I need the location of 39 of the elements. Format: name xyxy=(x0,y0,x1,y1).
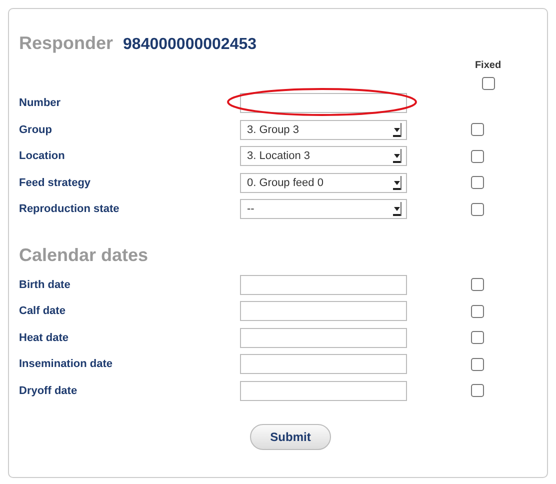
field-label: Reproduction state xyxy=(19,203,120,216)
input-field[interactable] xyxy=(240,301,407,322)
field-label: Heat date xyxy=(19,332,70,344)
dropdown-arrow-icon xyxy=(393,149,402,164)
input-field[interactable] xyxy=(240,328,407,348)
dropdown[interactable]: 3. Location 3 xyxy=(240,146,407,166)
fixed-checkbox[interactable] xyxy=(470,123,484,136)
fixed-checkbox[interactable] xyxy=(470,278,484,292)
section-title: Calendar dates xyxy=(19,244,150,266)
field-label: Insemination date xyxy=(19,358,114,370)
field-label: Number xyxy=(19,97,62,110)
field-label: Group xyxy=(19,124,53,136)
column-header: Fixed xyxy=(474,60,502,71)
dropdown-arrow-icon xyxy=(393,122,402,137)
field-label: Feed strategy xyxy=(19,176,92,189)
input-field[interactable] xyxy=(240,380,407,401)
dropdown[interactable]: 0. Group feed 0 xyxy=(240,172,407,193)
dropdown-arrow-icon xyxy=(393,176,402,190)
fixed-checkbox[interactable] xyxy=(470,150,484,163)
input-field[interactable] xyxy=(240,274,407,295)
responder-id: 984000000002453 xyxy=(123,36,257,54)
dropdown[interactable]: -- xyxy=(240,199,407,220)
fixed-checkbox[interactable] xyxy=(470,358,484,371)
field-label: Calf date xyxy=(19,305,66,318)
fixed-checkbox[interactable] xyxy=(470,202,484,216)
input-field[interactable] xyxy=(240,93,407,114)
section-title: Responder xyxy=(19,33,114,54)
input-field[interactable] xyxy=(240,354,407,374)
fixed-all-checkbox[interactable] xyxy=(482,77,494,90)
field-label: Location xyxy=(19,150,66,162)
dropdown-arrow-icon xyxy=(393,202,402,216)
fixed-checkbox[interactable] xyxy=(470,176,484,190)
field-label: Birth date xyxy=(19,278,72,291)
fixed-checkbox[interactable] xyxy=(470,304,484,318)
submit-button[interactable]: Submit xyxy=(250,424,331,450)
field-label: Dryoff date xyxy=(19,384,78,397)
dropdown[interactable]: 3. Group 3 xyxy=(240,120,407,140)
fixed-checkbox[interactable] xyxy=(470,384,484,398)
fixed-checkbox[interactable] xyxy=(470,331,484,344)
